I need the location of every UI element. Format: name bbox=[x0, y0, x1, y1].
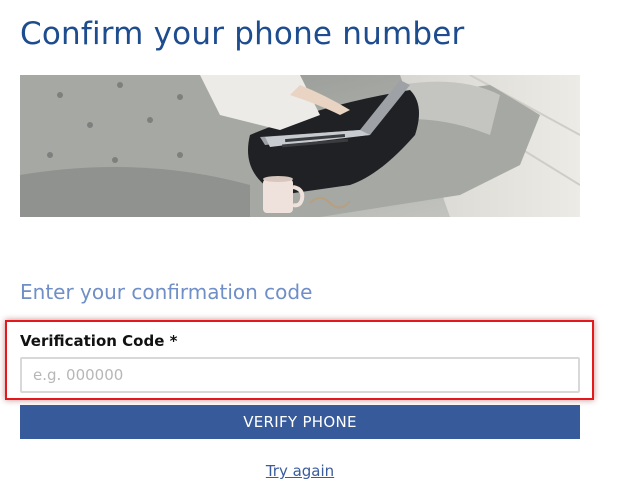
try-again-container: Try again bbox=[0, 461, 600, 481]
try-again-link[interactable]: Try again bbox=[266, 462, 334, 480]
hero-image bbox=[20, 75, 580, 217]
form-subtitle: Enter your confirmation code bbox=[20, 280, 313, 304]
laptop-on-sofa-illustration bbox=[20, 75, 580, 217]
page-title: Confirm your phone number bbox=[20, 16, 465, 52]
verification-code-input[interactable] bbox=[20, 357, 580, 393]
verify-phone-button[interactable]: VERIFY PHONE bbox=[20, 405, 580, 439]
verification-code-label: Verification Code * bbox=[20, 332, 178, 350]
